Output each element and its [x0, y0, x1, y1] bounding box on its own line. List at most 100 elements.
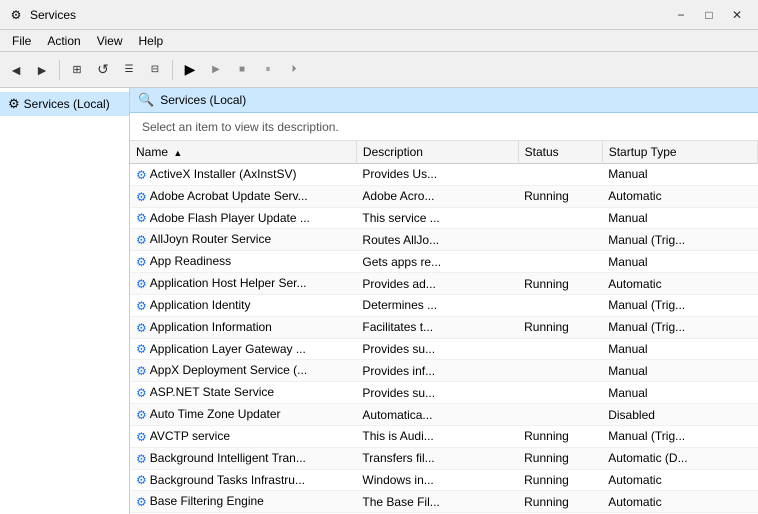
services-local-label: Services (Local): [24, 97, 110, 111]
service-status-cell: Running: [518, 425, 602, 447]
menu-file[interactable]: File: [4, 32, 39, 50]
table-row[interactable]: ⚙Application Host Helper Ser...Provides …: [130, 273, 758, 295]
table-row[interactable]: ⚙Application InformationFacilitates t...…: [130, 316, 758, 338]
title-bar-left: ⚙ Services: [8, 7, 76, 23]
toolbar-separator-1: [59, 60, 60, 80]
service-name-cell: ⚙ASP.NET State Service: [130, 382, 356, 404]
minimize-button[interactable]: −: [668, 5, 694, 25]
column-status[interactable]: Status: [518, 141, 602, 164]
menu-help[interactable]: Help: [131, 32, 172, 50]
service-status-cell: Running: [518, 469, 602, 491]
service-icon: ⚙: [136, 211, 147, 225]
services-table[interactable]: Name ▲ Description Status Startup Type ⚙…: [130, 141, 758, 514]
service-description-cell: Provides ad...: [356, 273, 518, 295]
service-status-cell: [518, 251, 602, 273]
table-row[interactable]: ⚙Base Filtering EngineThe Base Fil...Run…: [130, 491, 758, 513]
table-row[interactable]: ⚙AppX Deployment Service (...Provides in…: [130, 360, 758, 382]
window-title: Services: [30, 8, 76, 22]
menu-action[interactable]: Action: [39, 32, 88, 50]
service-icon: ⚙: [136, 233, 147, 247]
table-row[interactable]: ⚙ActiveX Installer (AxInstSV)Provides Us…: [130, 164, 758, 186]
service-status-cell: [518, 207, 602, 229]
forward-button[interactable]: ►: [30, 58, 54, 82]
service-icon: ⚙: [136, 168, 147, 182]
services-header-icon: 🔍: [138, 92, 154, 108]
service-name-cell: ⚙Auto Time Zone Updater: [130, 404, 356, 426]
show-hide-button[interactable]: ⊞: [65, 58, 89, 82]
service-status-cell: Running: [518, 185, 602, 207]
column-name[interactable]: Name ▲: [130, 141, 356, 164]
pause-service-button[interactable]: ⏸: [256, 58, 280, 82]
description-area: Select an item to view its description.: [130, 113, 758, 141]
stop-service-button[interactable]: ■: [230, 58, 254, 82]
table-row[interactable]: ⚙Auto Time Zone UpdaterAutomatica...Disa…: [130, 404, 758, 426]
service-status-cell: [518, 164, 602, 186]
column-description[interactable]: Description: [356, 141, 518, 164]
service-description-cell: Facilitates t...: [356, 316, 518, 338]
services-header-label: Services (Local): [160, 93, 246, 107]
service-name-cell: ⚙Background Intelligent Tran...: [130, 447, 356, 469]
service-description-cell: Provides su...: [356, 382, 518, 404]
resume-service-button[interactable]: ⏵: [282, 58, 306, 82]
service-startup-cell: Manual: [602, 360, 757, 382]
service-startup-cell: Manual: [602, 338, 757, 360]
maximize-button[interactable]: □: [696, 5, 722, 25]
service-status-cell: [518, 294, 602, 316]
start-paused-button[interactable]: ▶: [204, 58, 228, 82]
service-name-cell: ⚙AllJoyn Router Service: [130, 229, 356, 251]
service-description-cell: Provides Us...: [356, 164, 518, 186]
table-header-row: Name ▲ Description Status Startup Type: [130, 141, 758, 164]
service-icon: ⚙: [136, 255, 147, 269]
service-icon: ⚙: [136, 364, 147, 378]
service-description-cell: Determines ...: [356, 294, 518, 316]
service-startup-cell: Manual (Trig...: [602, 316, 757, 338]
service-name-cell: ⚙Base Filtering Engine: [130, 491, 356, 513]
table-row[interactable]: ⚙ASP.NET State ServiceProvides su...Manu…: [130, 382, 758, 404]
export-button[interactable]: ⊟: [143, 58, 167, 82]
services-local-item[interactable]: ⚙ Services (Local): [0, 92, 129, 116]
close-button[interactable]: ✕: [724, 5, 750, 25]
service-description-cell: Transfers fil...: [356, 447, 518, 469]
start-service-button[interactable]: ▶: [178, 58, 202, 82]
service-icon: ⚙: [136, 277, 147, 291]
service-startup-cell: Automatic: [602, 185, 757, 207]
table-row[interactable]: ⚙App ReadinessGets apps re...Manual: [130, 251, 758, 273]
properties-button[interactable]: ☰: [117, 58, 141, 82]
service-startup-cell: Automatic: [602, 273, 757, 295]
service-icon: ⚙: [136, 386, 147, 400]
service-description-cell: The Base Fil...: [356, 491, 518, 513]
service-name-cell: ⚙Application Layer Gateway ...: [130, 338, 356, 360]
service-startup-cell: Manual (Trig...: [602, 294, 757, 316]
service-status-cell: Running: [518, 273, 602, 295]
table-row[interactable]: ⚙Application Layer Gateway ...Provides s…: [130, 338, 758, 360]
menu-view[interactable]: View: [89, 32, 131, 50]
service-status-cell: [518, 404, 602, 426]
table-row[interactable]: ⚙Application IdentityDetermines ...Manua…: [130, 294, 758, 316]
service-name-cell: ⚙AVCTP service: [130, 425, 356, 447]
service-icon: ⚙: [136, 299, 147, 313]
title-bar: ⚙ Services − □ ✕: [0, 0, 758, 30]
table-row[interactable]: ⚙Background Intelligent Tran...Transfers…: [130, 447, 758, 469]
service-description-cell: Provides su...: [356, 338, 518, 360]
table-row[interactable]: ⚙AllJoyn Router ServiceRoutes AllJo...Ma…: [130, 229, 758, 251]
table-row[interactable]: ⚙Adobe Flash Player Update ...This servi…: [130, 207, 758, 229]
service-icon: ⚙: [136, 408, 147, 422]
service-startup-cell: Automatic (D...: [602, 447, 757, 469]
column-startup[interactable]: Startup Type: [602, 141, 757, 164]
table-row[interactable]: ⚙Adobe Acrobat Update Serv...Adobe Acro.…: [130, 185, 758, 207]
table-row[interactable]: ⚙Background Tasks Infrastru...Windows in…: [130, 469, 758, 491]
service-status-cell: [518, 360, 602, 382]
service-icon: ⚙: [136, 190, 147, 204]
services-header: 🔍 Services (Local): [130, 88, 758, 113]
back-button[interactable]: ◄: [4, 58, 28, 82]
service-name-cell: ⚙AppX Deployment Service (...: [130, 360, 356, 382]
refresh-button[interactable]: ↺: [91, 58, 115, 82]
service-startup-cell: Manual (Trig...: [602, 229, 757, 251]
table-row[interactable]: ⚙AVCTP serviceThis is Audi...RunningManu…: [130, 425, 758, 447]
service-status-cell: [518, 229, 602, 251]
left-panel: ⚙ Services (Local): [0, 88, 130, 514]
services-list: Name ▲ Description Status Startup Type ⚙…: [130, 141, 758, 514]
service-description-cell: Adobe Acro...: [356, 185, 518, 207]
service-startup-cell: Disabled: [602, 404, 757, 426]
service-icon: ⚙: [136, 321, 147, 335]
